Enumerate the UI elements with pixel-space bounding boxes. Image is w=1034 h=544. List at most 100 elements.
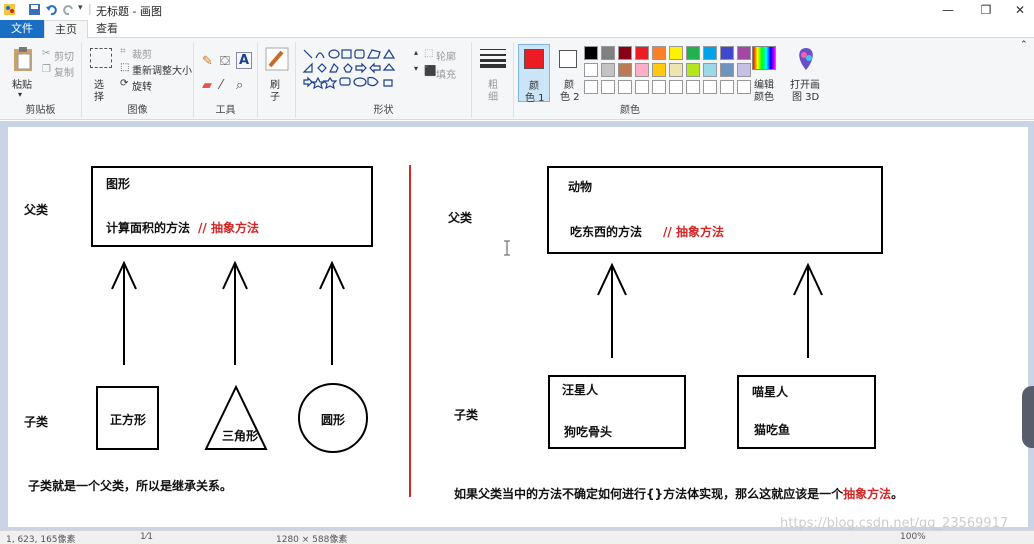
palette-swatch[interactable] [737, 63, 751, 77]
outline-label[interactable]: 轮廓 [436, 48, 456, 63]
edit-colors-label-2[interactable]: 颜色 [754, 88, 774, 103]
palette-swatch[interactable] [686, 63, 700, 77]
copy-label[interactable]: 复制 [54, 64, 74, 79]
cut-label[interactable]: 剪切 [54, 48, 74, 63]
shapes-scroll-down-icon[interactable]: ▾ [414, 64, 418, 73]
close-button[interactable]: ✕ [1002, 0, 1034, 20]
child-triangle-label: 三角形 [222, 429, 259, 443]
canvas-drawing-lines [91, 165, 883, 497]
palette-swatch[interactable] [737, 46, 751, 60]
shapes-group: ▴ ▾ ⬚ 轮廓 ⬛ 填充 形状 [296, 42, 472, 118]
paste-label[interactable]: 粘贴 [12, 76, 32, 91]
crop-icon[interactable]: ⌗ [120, 46, 126, 57]
right-child-label: 子类 [454, 408, 479, 422]
canvas-size: 1280 × 588像素 [276, 535, 348, 544]
palette-swatch[interactable] [652, 63, 666, 77]
paste-icon[interactable] [12, 46, 34, 72]
size-label-2[interactable]: 细 [488, 88, 498, 103]
crop-label[interactable]: 裁剪 [132, 46, 152, 61]
resize-label[interactable]: 重新调整大小 [132, 62, 192, 77]
palette-swatch[interactable] [669, 46, 683, 60]
magnifier-icon[interactable]: ⌕ [236, 78, 243, 93]
undo-icon[interactable] [45, 3, 58, 16]
select-icon[interactable] [90, 48, 112, 68]
palette-swatch[interactable] [703, 80, 717, 94]
eraser-icon[interactable]: ▰ [202, 78, 212, 93]
paint-app-icon [4, 4, 15, 15]
zoom-level[interactable]: 100% [900, 532, 926, 542]
palette-swatch[interactable] [703, 46, 717, 60]
collapse-ribbon-icon[interactable]: ⌃ [1020, 40, 1028, 50]
palette-swatch[interactable] [635, 80, 649, 94]
palette-swatch[interactable] [703, 63, 717, 77]
palette-swatch[interactable] [584, 80, 598, 94]
line-size-icon[interactable] [480, 48, 506, 68]
palette-swatch[interactable] [635, 63, 649, 77]
save-icon[interactable] [28, 3, 41, 16]
palette-swatch[interactable] [618, 80, 632, 94]
palette-swatch[interactable] [686, 80, 700, 94]
palette-swatch[interactable] [584, 46, 598, 60]
child-circle-label: 圆形 [321, 413, 346, 427]
shapes-gallery-icon[interactable] [302, 48, 412, 94]
watermark: https://blog.csdn.net/qq_23569917 [780, 516, 1009, 531]
drawing-canvas[interactable]: 父类 图形 计算面积的方法 // 抽象方法 子类 正方形 三角形 圆形 子类就是… [8, 127, 1028, 527]
palette-swatch[interactable] [720, 80, 734, 94]
palette-swatch[interactable] [669, 80, 683, 94]
title-divider: | [88, 2, 92, 15]
color-picker-icon[interactable]: ⁄ [220, 78, 222, 93]
fill-icon[interactable]: ⬛ [424, 66, 436, 77]
paint3d-label-2[interactable]: 图 3D [792, 88, 819, 103]
palette-swatch[interactable] [635, 46, 649, 60]
palette-swatch[interactable] [737, 80, 751, 94]
copy-icon[interactable]: ❐ [42, 64, 51, 75]
palette-swatch[interactable] [669, 63, 683, 77]
paint3d-icon[interactable] [794, 46, 818, 72]
palette-swatch[interactable] [584, 63, 598, 77]
palette-swatch[interactable] [720, 46, 734, 60]
tab-home[interactable]: 主页 [44, 20, 88, 38]
ribbon: 粘贴 ▾ ✂ 剪切 ❐ 复制 剪贴板 选 择 ⌗ 裁剪 ⬚ 重新调整大小 ⟳ 旋… [0, 38, 1034, 120]
palette-swatch[interactable] [601, 46, 615, 60]
color2-selector[interactable]: 颜 色 2 [554, 44, 586, 103]
tab-file[interactable]: 文件 [0, 20, 44, 38]
fill-bucket-icon[interactable]: ⛋ [220, 54, 230, 69]
palette-swatch[interactable] [618, 46, 632, 60]
dog-method: 狗吃骨头 [564, 425, 613, 439]
palette-swatch[interactable] [720, 63, 734, 77]
clipboard-group-label: 剪贴板 [25, 105, 56, 116]
colors-group: 颜 色 1 颜 色 2 编辑 颜色 打开画 图 3D 颜色 [514, 42, 826, 118]
palette-swatch[interactable] [652, 80, 666, 94]
text-tool-icon[interactable]: A [236, 52, 253, 69]
color1-selector[interactable]: 颜 色 1 [518, 44, 550, 104]
paste-dropdown-icon[interactable]: ▾ [18, 90, 22, 99]
edit-colors-icon[interactable] [752, 46, 776, 70]
palette-swatch[interactable] [601, 80, 615, 94]
rotate-label[interactable]: 旋转 [132, 78, 152, 93]
window-title: 无标题 - 画图 [96, 5, 162, 18]
brushes-label-2[interactable]: 子 [270, 88, 280, 103]
pencil-icon[interactable]: ✎ [202, 54, 213, 69]
restore-button[interactable]: ❐ [968, 0, 1004, 20]
resize-icon[interactable]: ⬚ [120, 62, 129, 73]
panel-expand-handle[interactable] [1022, 386, 1034, 448]
palette-swatch[interactable] [652, 46, 666, 60]
rotate-icon[interactable]: ⟳ [120, 78, 128, 89]
palette-swatch[interactable] [618, 63, 632, 77]
tab-view[interactable]: 查看 [88, 20, 126, 38]
redo-icon[interactable] [62, 3, 75, 16]
minimize-button[interactable]: — [930, 0, 966, 20]
brush-icon[interactable] [264, 46, 290, 72]
selection-size: 1⁄1 [140, 532, 153, 542]
fill-label[interactable]: 填充 [436, 66, 456, 81]
palette-swatch[interactable] [686, 46, 700, 60]
dog-title: 汪星人 [562, 383, 599, 397]
palette-swatch[interactable] [601, 63, 615, 77]
outline-icon[interactable]: ⬚ [424, 48, 433, 59]
shapes-scroll-up-icon[interactable]: ▴ [414, 48, 418, 57]
clipboard-group: 粘贴 ▾ ✂ 剪切 ❐ 复制 剪贴板 [0, 42, 82, 118]
right-caption-end: 。 [891, 487, 904, 501]
left-parent-method: 计算面积的方法 [106, 221, 191, 235]
cut-icon[interactable]: ✂ [42, 48, 50, 59]
title-bar: ▾ | 无标题 - 画图 — ❐ ✕ [0, 0, 1034, 20]
